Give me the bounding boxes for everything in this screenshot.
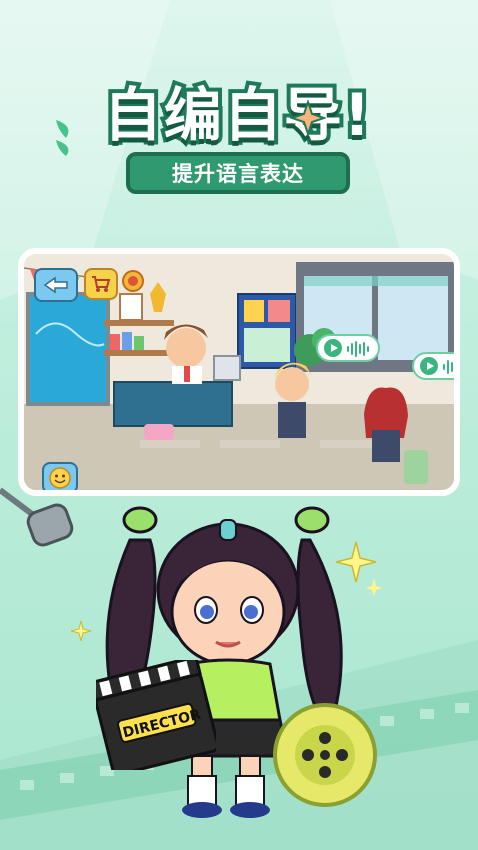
back-button[interactable] bbox=[34, 268, 78, 302]
medal-button[interactable] bbox=[120, 266, 146, 294]
film-reel-icon bbox=[273, 703, 377, 807]
voice-message-icon bbox=[442, 357, 454, 376]
voice-bubble-2[interactable] bbox=[412, 352, 454, 380]
back-arrow-icon bbox=[43, 276, 68, 294]
voice-bubble-1[interactable] bbox=[316, 334, 380, 362]
leaf-icon bbox=[56, 120, 69, 156]
subtitle-text: 提升语言表达 bbox=[172, 162, 304, 186]
voice-play-icon bbox=[324, 339, 342, 357]
subtitle-ribbon: 提升语言表达 bbox=[126, 152, 350, 194]
sparkle-star-icon bbox=[290, 100, 326, 136]
voice-play-icon bbox=[420, 357, 438, 375]
title-banner: 自编自导! 提升语言表达 bbox=[78, 70, 398, 200]
sparkle-icon bbox=[70, 620, 92, 642]
microphone-icon bbox=[0, 487, 74, 547]
shopping-cart-icon bbox=[92, 276, 111, 292]
sparkle-icon bbox=[336, 541, 382, 596]
shop-button[interactable] bbox=[84, 268, 118, 300]
medal-icon bbox=[122, 270, 144, 292]
voice-message-icon bbox=[346, 339, 370, 358]
main-title: 自编自导! bbox=[100, 77, 374, 153]
clapperboard: DIRECTOR bbox=[89, 654, 220, 776]
classroom-scene bbox=[18, 248, 460, 496]
